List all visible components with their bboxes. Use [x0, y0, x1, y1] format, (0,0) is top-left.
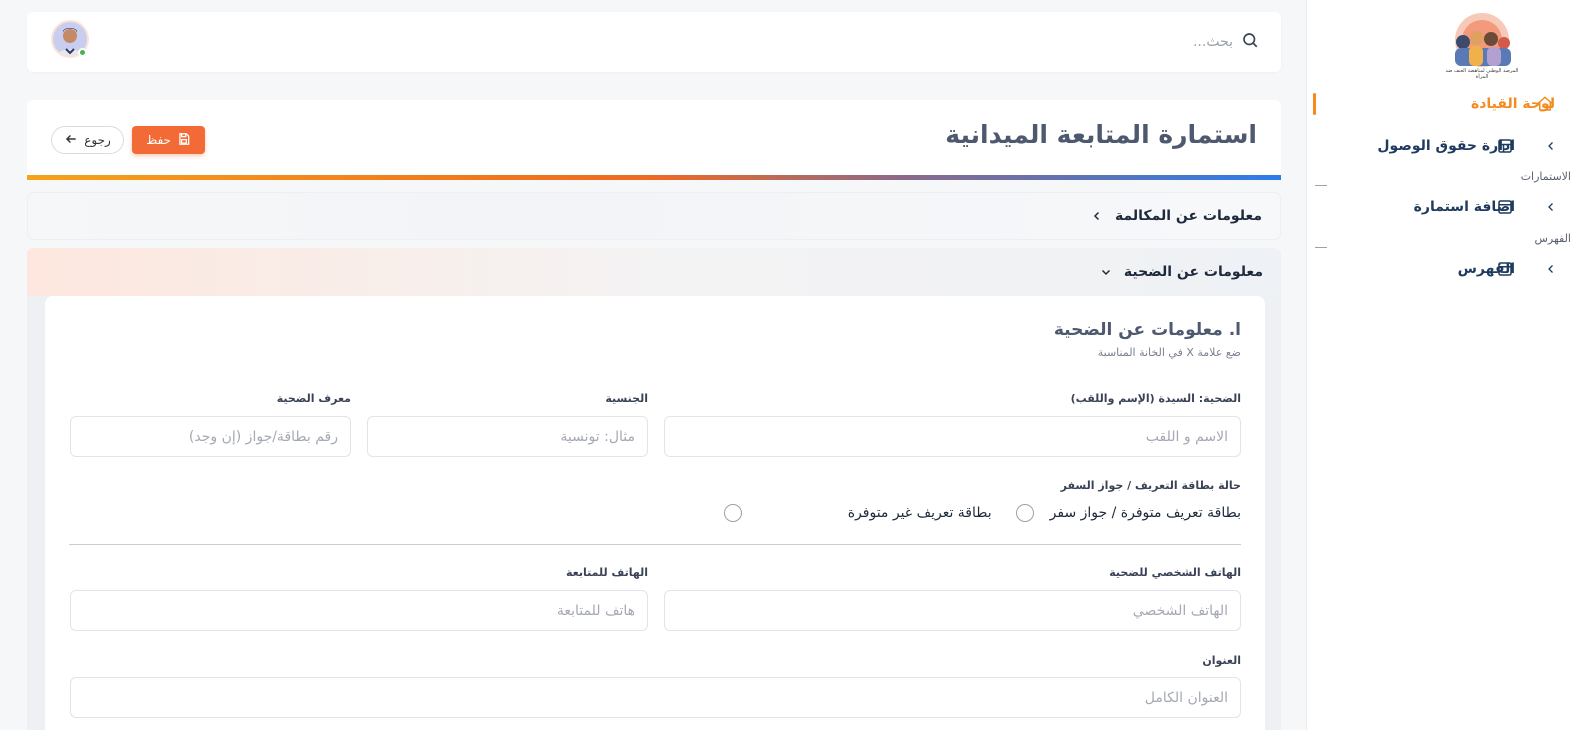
sidebar-item-label: الفهرس: [1457, 261, 1515, 277]
address-input[interactable]: [70, 677, 1241, 718]
sidebar-item-label: اضافة استمارة: [1413, 199, 1515, 215]
logo: المرصد الوطني لمناهضة العنف ضد المرأة: [1441, 12, 1523, 80]
id-status-radio-group: بطاقة تعريف متوفرة / جواز سفر بطاقة تعري…: [723, 504, 1241, 522]
header-gradient-bar: [27, 175, 1281, 180]
sidebar-item-index[interactable]: الفهرس: [1325, 255, 1553, 283]
address-label: العنوان: [1202, 654, 1241, 667]
nationality-label: الجنسية: [605, 392, 648, 405]
chevron-left-icon: [1543, 200, 1557, 214]
victim-name-input[interactable]: [664, 416, 1241, 457]
chevron-left-icon: [1543, 262, 1557, 276]
radio-label: بطاقة تعريف غير متوفرة: [847, 505, 992, 521]
sidebar-item-label: ادارة حقوق الوصول: [1377, 138, 1515, 154]
accordion-panel: ا. معلومات عن الضحية ضع علامة X في الخان…: [27, 296, 1281, 730]
radio-button[interactable]: [1015, 504, 1034, 522]
search-icon: [1241, 31, 1259, 53]
save-button[interactable]: حفظ: [132, 126, 205, 154]
search-input[interactable]: [973, 34, 1233, 50]
nav-section-forms: الاستمارات: [1520, 170, 1571, 183]
active-indicator: [1313, 93, 1316, 115]
radio-id-unavailable[interactable]: بطاقة تعريف غير متوفرة: [723, 504, 992, 522]
victim-id-input[interactable]: [70, 416, 351, 457]
logo-image: [1455, 13, 1511, 67]
sidebar-item-dashboard[interactable]: لوحة القيادة: [1325, 90, 1555, 118]
page-header: استمارة المتابعة الميدانية حفظ رجوع: [27, 100, 1281, 180]
search-bar: [959, 28, 1259, 56]
divider: [1315, 185, 1327, 186]
chevron-left-icon: [1543, 139, 1557, 153]
victim-form: ا. معلومات عن الضحية ضع علامة X في الخان…: [45, 296, 1265, 730]
back-button-label: رجوع: [84, 133, 111, 147]
nav-section-index: الفهرس: [1534, 232, 1571, 245]
online-status-dot: [78, 48, 87, 57]
sidebar-item-add-form[interactable]: اضافة استمارة: [1325, 193, 1553, 221]
accordion-victim-info[interactable]: معلومات عن الضحية: [27, 248, 1281, 296]
divider: [69, 544, 1241, 545]
radio-label: بطاقة تعريف متوفرة / جواز سفر: [1049, 505, 1241, 521]
accordion-call-info[interactable]: معلومات عن المكالمة: [27, 192, 1281, 240]
section-subtitle: ضع علامة X في الخانة المناسبة: [1097, 346, 1241, 359]
followup-phone-input[interactable]: [70, 590, 648, 631]
back-button[interactable]: رجوع: [51, 126, 124, 154]
chevron-left-icon: [1091, 207, 1103, 226]
personal-phone-label: الهاتف الشخصي للضحية: [1109, 566, 1241, 579]
page-title: استمارة المتابعة الميدانية: [945, 120, 1257, 149]
sidebar-item-access-rights[interactable]: ادارة حقوق الوصول: [1325, 132, 1553, 160]
victim-name-label: الضحية: السيدة (الإسم واللقب): [1070, 392, 1241, 405]
divider: [1315, 247, 1327, 248]
personal-phone-input[interactable]: [664, 590, 1241, 631]
accordion-title: معلومات عن المكالمة: [1115, 208, 1262, 224]
sidebar: المرصد الوطني لمناهضة العنف ضد المرأة لو…: [1306, 0, 1577, 730]
chevron-down-icon: [1100, 263, 1112, 282]
save-icon: [177, 132, 191, 149]
section-title: ا. معلومات عن الضحية: [1053, 320, 1241, 340]
nationality-input[interactable]: [367, 416, 648, 457]
logo-text: المرصد الوطني لمناهضة العنف ضد المرأة: [1445, 68, 1519, 80]
followup-phone-label: الهاتف للمتابعة: [566, 566, 648, 579]
save-button-label: حفظ: [146, 133, 171, 147]
topbar: [27, 12, 1281, 72]
arrow-left-icon: [64, 132, 78, 149]
victim-id-label: معرف الضحية: [276, 392, 351, 405]
radio-button[interactable]: [723, 504, 742, 522]
id-status-label: حالة بطاقة التعريف / جواز السفر: [1060, 479, 1241, 492]
radio-id-available[interactable]: بطاقة تعريف متوفرة / جواز سفر: [1015, 504, 1241, 522]
sidebar-item-label: لوحة القيادة: [1470, 96, 1555, 112]
accordion-title: معلومات عن الضحية: [1123, 264, 1263, 280]
